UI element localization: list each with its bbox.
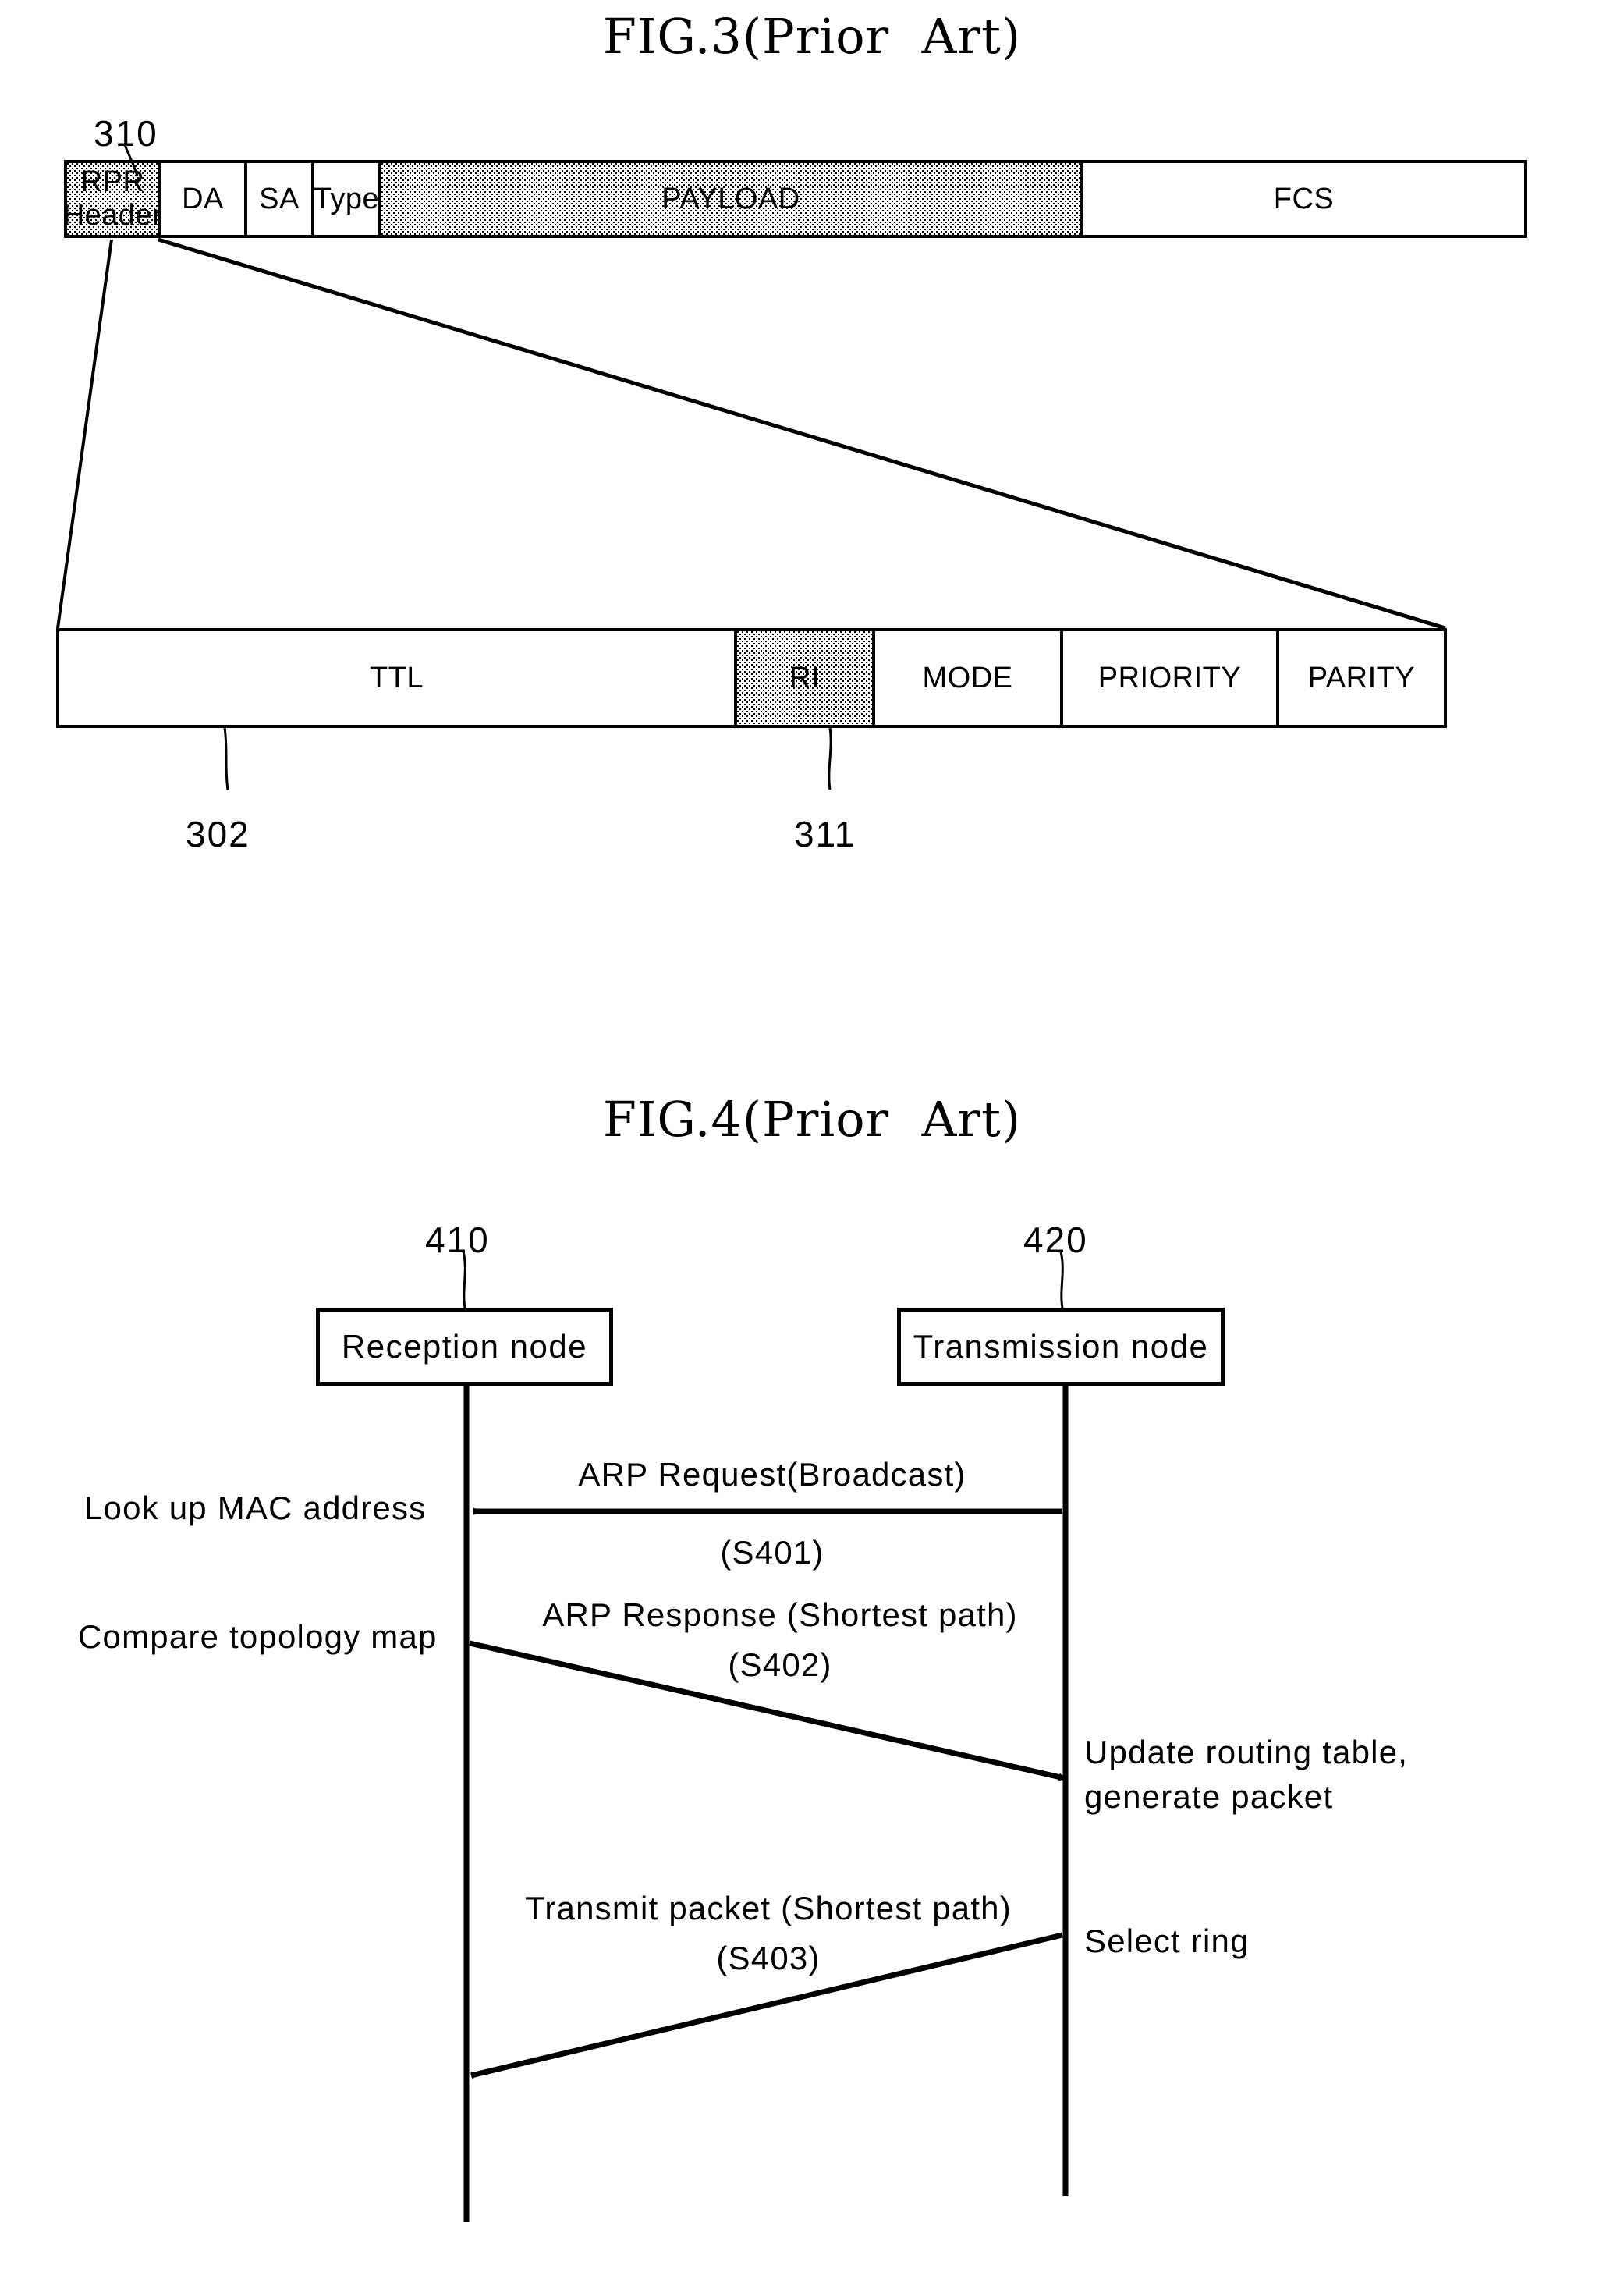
reference-numeral-311: 311 (794, 814, 856, 854)
reference-numeral-310: 310 (94, 113, 158, 154)
packet-field-da: DA (161, 163, 247, 235)
figure-4-title: FIG.4(Prior Art) (602, 1091, 1022, 1148)
message-label-s403: Transmit packet (Shortest path) (525, 1890, 1012, 1926)
annotation-look-up-mac-address: Look up MAC address (84, 1489, 427, 1526)
node-box-transmission: Transmission node (897, 1308, 1225, 1386)
packet-frame-bar: RPR Header DA SA Type PAYLOAD FCS (63, 160, 1527, 238)
expansion-connector-left (56, 239, 113, 629)
node-box-reception: Reception node (316, 1308, 613, 1386)
packet-field-type: Type (314, 163, 381, 235)
message-label-s402: ARP Response (Shortest path) (542, 1596, 1018, 1633)
header-field-mode: MODE (875, 631, 1063, 725)
expansion-connector-right (158, 237, 1446, 630)
annotation-update-routing-table: Update routing table, generate packet (1084, 1734, 1409, 1815)
message-step-s403: (S403) (716, 1940, 821, 1976)
packet-field-rpr-header: RPR Header (63, 163, 162, 235)
message-step-s402: (S402) (728, 1646, 832, 1683)
figure-3-title: FIG.3(Prior Art) (602, 8, 1022, 65)
header-field-parity: PARITY (1279, 631, 1444, 725)
annotation-compare-topology-map: Compare topology map (78, 1618, 438, 1655)
patent-figure-page: FIG.3(Prior Art) 310 RPR Header DA SA Ty… (0, 0, 1624, 2283)
annotation-select-ring: Select ring (1084, 1923, 1250, 1959)
header-field-priority: PRIORITY (1063, 631, 1279, 725)
leader-line-311 (828, 727, 832, 790)
reference-numeral-302: 302 (186, 814, 250, 854)
message-step-s401: (S401) (720, 1534, 824, 1571)
header-field-ri: RI (737, 631, 875, 725)
header-field-ttl: TTL (59, 631, 737, 725)
leader-line-302 (223, 727, 229, 790)
reference-numeral-420: 420 (1023, 1220, 1088, 1260)
message-label-s401: ARP Request(Broadcast) (578, 1456, 966, 1493)
packet-field-sa: SA (247, 163, 314, 235)
reference-numeral-410: 410 (425, 1220, 490, 1260)
packet-field-payload: PAYLOAD (381, 163, 1083, 235)
rpr-header-detail-bar: TTL RI MODE PRIORITY PARITY (56, 628, 1447, 728)
packet-field-fcs: FCS (1083, 163, 1524, 235)
